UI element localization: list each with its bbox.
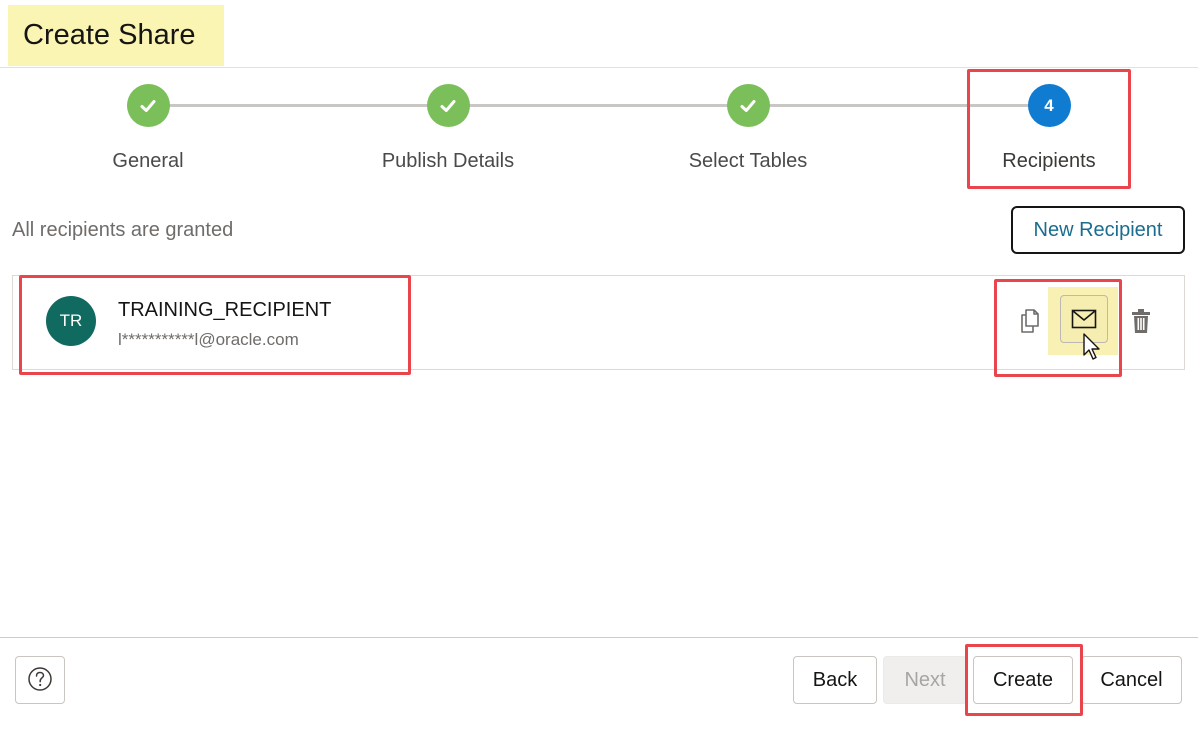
step-number-badge: 4 bbox=[1027, 84, 1071, 127]
train-step-select-tables[interactable]: Select Tables bbox=[648, 84, 848, 173]
help-button[interactable] bbox=[15, 656, 65, 704]
train-connector-line bbox=[148, 104, 1049, 107]
title-highlight: Create Share bbox=[8, 5, 224, 66]
train-step-label: Publish Details bbox=[381, 150, 515, 172]
train-step-label: Select Tables bbox=[688, 150, 808, 172]
check-icon bbox=[726, 84, 770, 127]
check-icon bbox=[126, 84, 170, 127]
create-button[interactable]: Create bbox=[973, 656, 1073, 704]
avatar: TR bbox=[46, 296, 96, 346]
train-step-publish-details[interactable]: Publish Details bbox=[348, 84, 548, 173]
new-recipient-button[interactable]: New Recipient bbox=[1011, 206, 1185, 254]
recipient-card bbox=[12, 275, 1185, 370]
create-share-dialog: Create Share General Publish Details Sel… bbox=[0, 0, 1198, 732]
mouse-pointer-icon bbox=[1082, 333, 1102, 366]
cancel-button[interactable]: Cancel bbox=[1081, 656, 1182, 704]
train-step-recipients[interactable]: 4 Recipients bbox=[949, 84, 1149, 173]
recipients-hint: All recipients are granted bbox=[12, 219, 234, 241]
back-button[interactable]: Back bbox=[793, 656, 877, 704]
title-divider bbox=[0, 67, 1198, 68]
recipient-email: l***********l@oracle.com bbox=[118, 330, 299, 349]
train-step-general[interactable]: General bbox=[48, 84, 248, 173]
check-icon bbox=[426, 84, 470, 127]
recipient-name: TRAINING_RECIPIENT bbox=[118, 299, 332, 321]
trash-icon[interactable] bbox=[1123, 303, 1159, 339]
next-button[interactable]: Next bbox=[883, 656, 967, 704]
train-step-label: Recipients bbox=[1002, 150, 1096, 172]
footer-divider bbox=[0, 637, 1198, 638]
help-icon bbox=[27, 666, 53, 695]
train-step-label: General bbox=[112, 150, 184, 172]
page-title: Create Share bbox=[23, 19, 196, 51]
copy-icon[interactable] bbox=[1012, 303, 1048, 339]
